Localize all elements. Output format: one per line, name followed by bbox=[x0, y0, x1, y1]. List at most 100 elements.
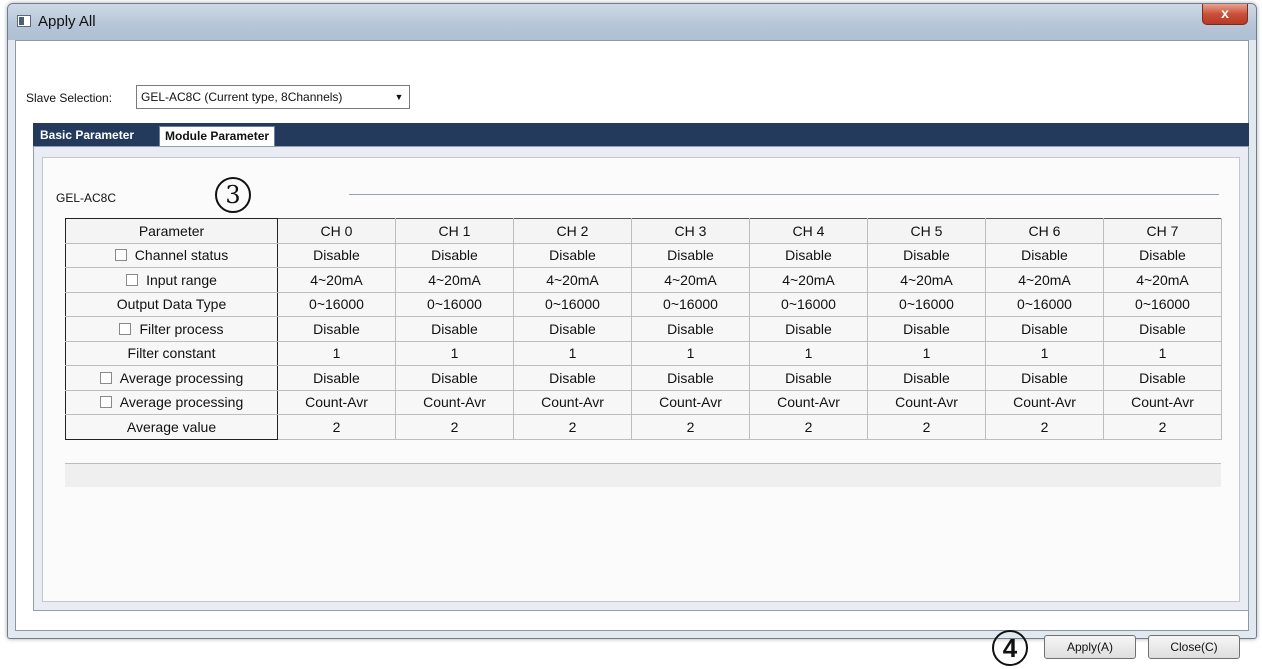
channel-value-cell[interactable]: 0~16000 bbox=[867, 291, 986, 317]
tab-module-parameter[interactable]: Module Parameter bbox=[159, 126, 276, 146]
channel-value-cell[interactable]: Disable bbox=[513, 242, 632, 268]
group-divider bbox=[349, 194, 1219, 195]
channel-value-cell[interactable]: 4~20mA bbox=[395, 267, 514, 293]
column-header-ch4: CH 4 bbox=[749, 218, 868, 244]
parameter-name-cell: Average processing bbox=[65, 389, 278, 415]
channel-value-cell[interactable]: 1 bbox=[749, 340, 868, 366]
channel-value-cell[interactable]: Disable bbox=[867, 316, 986, 342]
channel-value-cell[interactable]: Count-Avr bbox=[513, 389, 632, 415]
column-header-ch7: CH 7 bbox=[1103, 218, 1222, 244]
channel-value-cell[interactable]: Disable bbox=[749, 365, 868, 391]
channel-value-cell[interactable]: Disable bbox=[749, 316, 868, 342]
parameter-checkbox[interactable] bbox=[99, 396, 112, 409]
channel-value-cell[interactable]: 2 bbox=[277, 414, 396, 440]
table-row: Filter process Disable Disable Disable Disab… bbox=[65, 316, 1222, 342]
parameter-name-cell: Filter constant bbox=[65, 340, 278, 366]
channel-value-cell[interactable]: 1 bbox=[513, 340, 632, 366]
channel-value-cell[interactable]: 2 bbox=[395, 414, 514, 440]
channel-value-cell[interactable]: 4~20mA bbox=[277, 267, 396, 293]
parameter-checkbox[interactable] bbox=[126, 273, 139, 286]
channel-value-cell[interactable]: 2 bbox=[985, 414, 1104, 440]
channel-value-cell[interactable]: 4~20mA bbox=[631, 267, 750, 293]
channel-value-cell[interactable]: Count-Avr bbox=[1103, 389, 1222, 415]
parameter-label: Average processing bbox=[119, 394, 244, 411]
channel-value-cell[interactable]: Disable bbox=[985, 242, 1104, 268]
channel-value-cell[interactable]: 2 bbox=[867, 414, 986, 440]
window-close-button[interactable]: x bbox=[1202, 4, 1248, 25]
channel-value-cell[interactable]: Disable bbox=[867, 365, 986, 391]
parameter-name-cell: Input range bbox=[65, 267, 278, 293]
column-header-ch0: CH 0 bbox=[277, 218, 396, 244]
parameter-name-cell: Average value bbox=[65, 414, 278, 440]
channel-value-cell[interactable]: 1 bbox=[631, 340, 750, 366]
channel-value-cell[interactable]: 0~16000 bbox=[277, 291, 396, 317]
channel-value-cell[interactable]: Count-Avr bbox=[277, 389, 396, 415]
channel-value-cell[interactable]: 2 bbox=[1103, 414, 1222, 440]
channel-value-cell[interactable]: 4~20mA bbox=[867, 267, 986, 293]
channel-value-cell[interactable]: 0~16000 bbox=[395, 291, 514, 317]
channel-value-cell[interactable]: 1 bbox=[395, 340, 514, 366]
channel-value-cell[interactable]: Disable bbox=[985, 316, 1104, 342]
channel-value-cell[interactable]: Disable bbox=[277, 316, 396, 342]
chevron-down-icon[interactable]: ▼ bbox=[389, 86, 409, 108]
channel-value-cell[interactable]: 1 bbox=[985, 340, 1104, 366]
channel-value-cell[interactable]: Disable bbox=[631, 242, 750, 268]
channel-value-cell[interactable]: 2 bbox=[631, 414, 750, 440]
channel-value-cell[interactable]: Disable bbox=[395, 365, 514, 391]
channel-value-cell[interactable]: Disable bbox=[631, 365, 750, 391]
channel-value-cell[interactable]: 4~20mA bbox=[1103, 267, 1222, 293]
slave-selection-dropdown[interactable]: GEL-AC8C (Current type, 8Channels) ▼ bbox=[136, 85, 410, 109]
channel-value-cell[interactable]: 1 bbox=[277, 340, 396, 366]
parameter-checkbox[interactable] bbox=[119, 322, 132, 335]
app-icon bbox=[17, 15, 31, 27]
table-row: Channel status Disable Disable Disable Disab… bbox=[65, 242, 1222, 268]
channel-value-cell[interactable]: Disable bbox=[631, 316, 750, 342]
channel-value-cell[interactable]: Count-Avr bbox=[395, 389, 514, 415]
channel-value-cell[interactable]: Disable bbox=[513, 316, 632, 342]
table-row: Filter constant 1 1 1 1 1 1 1 1 bbox=[65, 340, 1222, 366]
channel-value-cell[interactable]: Disable bbox=[395, 316, 514, 342]
channel-value-cell[interactable]: Count-Avr bbox=[631, 389, 750, 415]
channel-value-cell[interactable]: 1 bbox=[1103, 340, 1222, 366]
parameter-label: Filter process bbox=[139, 320, 224, 337]
apply-button[interactable]: Apply(A) bbox=[1044, 635, 1136, 659]
channel-value-cell[interactable]: Disable bbox=[867, 242, 986, 268]
parameter-label: Input range bbox=[146, 271, 217, 288]
column-header-parameter: Parameter bbox=[65, 218, 278, 244]
tab-basic-parameter[interactable]: Basic Parameter bbox=[35, 126, 139, 146]
channel-value-cell[interactable]: 4~20mA bbox=[985, 267, 1104, 293]
channel-value-cell[interactable]: Disable bbox=[749, 242, 868, 268]
table-row: Output Data Type 0~16000 0~16000 0~16000 0~1… bbox=[65, 291, 1222, 317]
table-header-row: Parameter CH 0 CH 1 CH 2 CH 3 CH 4 CH 5 CH 6 CH … bbox=[65, 218, 1222, 244]
channel-value-cell[interactable]: 4~20mA bbox=[513, 267, 632, 293]
channel-value-cell[interactable]: 1 bbox=[867, 340, 986, 366]
channel-value-cell[interactable]: Disable bbox=[1103, 316, 1222, 342]
channel-value-cell[interactable]: Disable bbox=[1103, 242, 1222, 268]
channel-value-cell[interactable]: Disable bbox=[513, 365, 632, 391]
channel-value-cell[interactable]: Disable bbox=[277, 365, 396, 391]
channel-value-cell[interactable]: 4~20mA bbox=[749, 267, 868, 293]
close-button[interactable]: Close(C) bbox=[1148, 635, 1240, 659]
channel-value-cell[interactable]: Disable bbox=[277, 242, 396, 268]
channel-value-cell[interactable]: 0~16000 bbox=[631, 291, 750, 317]
table-row: Average processing Disable Disable Disable D… bbox=[65, 365, 1222, 391]
channel-value-cell[interactable]: 2 bbox=[749, 414, 868, 440]
title-bar[interactable]: Apply All x bbox=[8, 4, 1256, 40]
channel-value-cell[interactable]: Disable bbox=[395, 242, 514, 268]
channel-value-cell[interactable]: 0~16000 bbox=[985, 291, 1104, 317]
parameter-checkbox[interactable] bbox=[99, 371, 112, 384]
channel-value-cell[interactable]: 2 bbox=[513, 414, 632, 440]
column-header-ch3: CH 3 bbox=[631, 218, 750, 244]
group-title: GEL-AC8C bbox=[56, 191, 117, 205]
channel-value-cell[interactable]: 0~16000 bbox=[1103, 291, 1222, 317]
channel-value-cell[interactable]: Disable bbox=[1103, 365, 1222, 391]
channel-value-cell[interactable]: Count-Avr bbox=[867, 389, 986, 415]
parameter-checkbox[interactable] bbox=[114, 249, 127, 262]
slave-selection-label: Slave Selection: bbox=[26, 91, 113, 105]
channel-value-cell[interactable]: Count-Avr bbox=[985, 389, 1104, 415]
channel-value-cell[interactable]: 0~16000 bbox=[513, 291, 632, 317]
step-marker-4: 4 bbox=[992, 630, 1028, 666]
channel-value-cell[interactable]: Count-Avr bbox=[749, 389, 868, 415]
channel-value-cell[interactable]: 0~16000 bbox=[749, 291, 868, 317]
channel-value-cell[interactable]: Disable bbox=[985, 365, 1104, 391]
